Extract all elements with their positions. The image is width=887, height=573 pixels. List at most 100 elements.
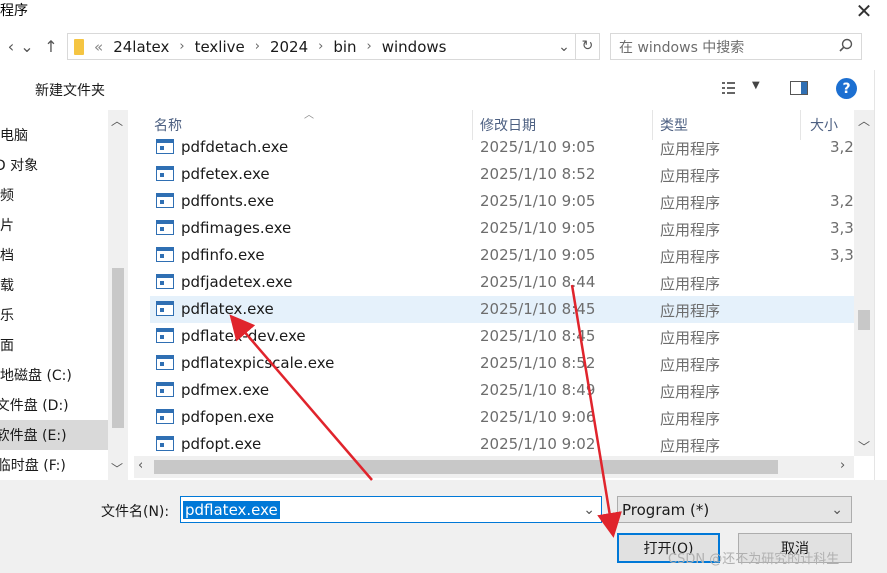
sidebar-item[interactable]: 3D 对象: [0, 150, 108, 180]
filename-label: 文件名(N):: [101, 504, 170, 520]
file-size: 3,3: [830, 246, 854, 264]
file-row[interactable]: pdfinfo.exe 2025/1/10 9:05 应用程序 3,3: [150, 242, 854, 269]
sidebar-item[interactable]: 音乐: [0, 300, 108, 330]
scroll-up-icon[interactable]: ︿: [111, 112, 123, 129]
refresh-icon[interactable]: ↻: [575, 34, 599, 59]
horizontal-scroll-thumb[interactable]: [154, 460, 778, 474]
search-input[interactable]: 在 windows 中搜索: [610, 33, 862, 60]
exe-file-icon: [156, 274, 174, 289]
chevron-down-icon[interactable]: ⌄: [583, 502, 595, 518]
view-dropdown-icon[interactable]: ▼: [752, 80, 760, 91]
sidebar-item-label: 桌面: [0, 338, 14, 354]
scroll-right-icon[interactable]: ›: [840, 458, 845, 473]
file-date: 2025/1/10 9:05: [480, 138, 596, 156]
sidebar-item[interactable]: 视频: [0, 180, 108, 210]
file-name: pdfetex.exe: [181, 165, 270, 183]
file-name: pdfinfo.exe: [181, 246, 265, 264]
breadcrumb-windows[interactable]: windows: [382, 38, 447, 56]
chevron-down-icon[interactable]: ⌄: [831, 502, 843, 518]
scroll-up-icon[interactable]: ︿: [858, 112, 870, 129]
file-row[interactable]: pdfopt.exe 2025/1/10 9:02 应用程序: [150, 431, 854, 458]
filter-value: Program (*): [622, 500, 710, 519]
filename-input[interactable]: pdflatex.exe ⌄: [180, 496, 602, 523]
close-icon[interactable]: ✕: [841, 0, 887, 23]
file-row[interactable]: pdflatexpicscale.exe 2025/1/10 8:52 应用程序: [150, 350, 854, 377]
file-list-vertical-scrollbar[interactable]: ︿ ﹀: [854, 110, 874, 456]
view-options-icon[interactable]: [722, 81, 740, 99]
sidebar-scrollbar[interactable]: ︿ ﹀: [108, 110, 128, 480]
file-row[interactable]: pdflatex-dev.exe 2025/1/10 8:45 应用程序: [150, 323, 854, 350]
file-list-scroll-thumb[interactable]: [858, 310, 870, 330]
breadcrumb-2024[interactable]: 2024: [270, 38, 308, 56]
window-title: 程序: [0, 3, 28, 19]
file-row[interactable]: pdffonts.exe 2025/1/10 9:05 应用程序 3,2: [150, 188, 854, 215]
exe-file-icon: [156, 193, 174, 208]
sidebar-item-label: 3D 对象: [0, 158, 39, 174]
exe-file-icon: [156, 139, 174, 154]
exe-file-icon: [156, 409, 174, 424]
scroll-down-icon[interactable]: ﹀: [111, 460, 123, 477]
file-size: 3,2: [830, 138, 854, 156]
exe-file-icon: [156, 382, 174, 397]
breadcrumb-separator-icon[interactable]: ›: [367, 39, 372, 54]
file-list-horizontal-scrollbar[interactable]: ‹ ›: [134, 456, 854, 478]
file-row[interactable]: pdfopen.exe 2025/1/10 9:06 应用程序: [150, 404, 854, 431]
column-header-name[interactable]: 名称: [154, 115, 182, 135]
file-row[interactable]: pdfetex.exe 2025/1/10 8:52 应用程序: [150, 161, 854, 188]
filename-value[interactable]: pdflatex.exe: [183, 500, 280, 519]
column-header-size[interactable]: 大小: [810, 115, 838, 135]
scroll-left-icon[interactable]: ‹: [138, 458, 143, 473]
breadcrumb-texlive[interactable]: texlive: [195, 38, 245, 56]
file-date: 2025/1/10 9:05: [480, 219, 596, 237]
sidebar-item-label: C文件盘 (D:): [0, 398, 69, 414]
breadcrumb-24latex[interactable]: 24latex: [113, 38, 169, 56]
scroll-down-icon[interactable]: ﹀: [858, 438, 870, 455]
file-row[interactable]: pdflatex.exe 2025/1/10 8:45 应用程序: [150, 296, 854, 323]
sidebar-item[interactable]: 本地磁盘 (C:): [0, 360, 108, 390]
exe-file-icon: [156, 328, 174, 343]
sidebar-item-label: B软件盘 (E:): [0, 428, 67, 444]
file-row[interactable]: pdfdetach.exe 2025/1/10 9:05 应用程序 3,2: [150, 134, 854, 161]
column-header-type[interactable]: 类型: [660, 115, 688, 135]
sidebar-item[interactable]: 此电脑: [0, 120, 108, 150]
file-row[interactable]: pdfmex.exe 2025/1/10 8:49 应用程序: [150, 377, 854, 404]
search-icon[interactable]: [839, 38, 853, 56]
help-icon[interactable]: ?: [836, 78, 857, 99]
file-type-filter[interactable]: Program (*) ⌄: [617, 496, 852, 523]
sidebar-item[interactable]: 下载: [0, 270, 108, 300]
up-arrow-icon[interactable]: ↑: [40, 34, 62, 58]
file-name: pdfimages.exe: [181, 219, 292, 237]
breadcrumb-separator-icon[interactable]: ›: [179, 39, 184, 54]
chevron-down-icon[interactable]: ⌄: [16, 34, 38, 58]
search-placeholder: 在 windows 中搜索: [619, 39, 745, 56]
sidebar-item-label: 下载: [0, 278, 14, 294]
column-header-date[interactable]: 修改日期: [480, 115, 536, 135]
new-folder-button[interactable]: 新建文件夹: [35, 80, 105, 100]
preview-pane-icon[interactable]: [790, 81, 808, 99]
breadcrumb-separator-icon[interactable]: ›: [255, 39, 260, 54]
sidebar-item[interactable]: 图片: [0, 210, 108, 240]
file-type: 应用程序: [660, 140, 721, 158]
breadcrumb-separator-icon[interactable]: ›: [318, 39, 323, 54]
exe-file-icon: [156, 247, 174, 262]
sidebar-item[interactable]: D临时盘 (F:): [0, 450, 108, 480]
address-bar[interactable]: « 24latex › texlive › 2024 › bin › windo…: [67, 33, 600, 60]
background-window-edge: [874, 70, 887, 480]
file-type: 应用程序: [660, 167, 721, 185]
breadcrumb-overflow[interactable]: «: [94, 38, 103, 56]
sidebar-item[interactable]: 文档: [0, 240, 108, 270]
sidebar-item[interactable]: C文件盘 (D:): [0, 390, 108, 420]
folder-icon: [74, 38, 84, 55]
file-name: pdflatex.exe: [181, 300, 274, 318]
file-name: pdfdetach.exe: [181, 138, 289, 156]
file-type: 应用程序: [660, 329, 721, 347]
file-name: pdfjadetex.exe: [181, 273, 293, 291]
breadcrumb-bin[interactable]: bin: [333, 38, 356, 56]
sort-ascending-icon: ︿: [304, 110, 314, 121]
sidebar-item[interactable]: 桌面: [0, 330, 108, 360]
file-row[interactable]: pdfjadetex.exe 2025/1/10 8:44 应用程序: [150, 269, 854, 296]
sidebar-scroll-thumb[interactable]: [112, 268, 124, 428]
sidebar-item[interactable]: B软件盘 (E:): [0, 420, 108, 450]
file-row[interactable]: pdfimages.exe 2025/1/10 9:05 应用程序 3,3: [150, 215, 854, 242]
address-dropdown-icon[interactable]: ⌄: [553, 39, 575, 55]
